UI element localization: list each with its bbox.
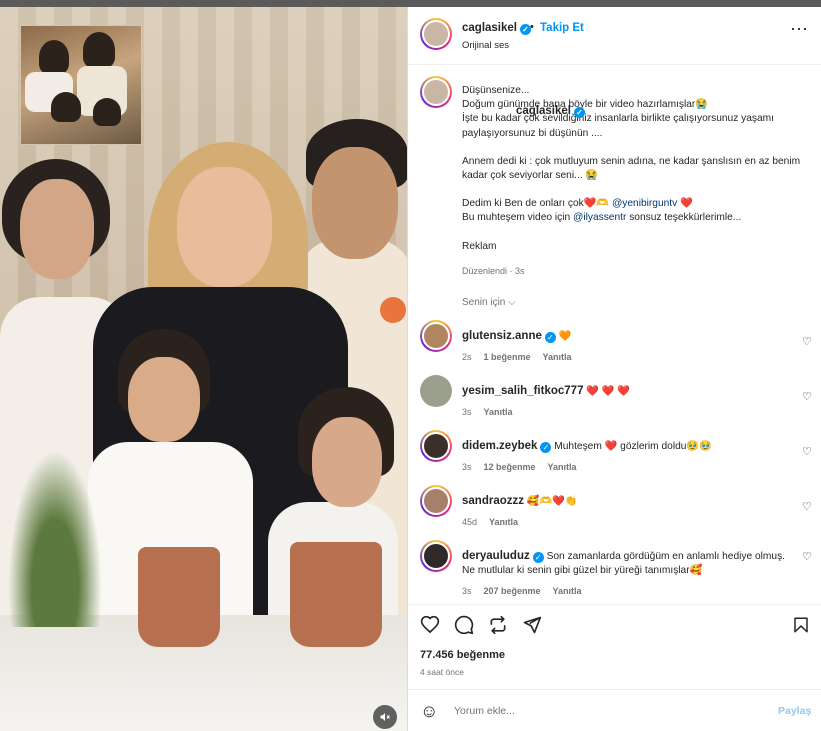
separator-dot: •	[530, 21, 534, 33]
post-details-panel: caglasikel ✓ • Takip Et Orijinal ses ⋯ ca…	[407, 7, 821, 731]
comment-time: 3s	[462, 586, 472, 596]
verified-badge-icon: ✓	[532, 552, 544, 563]
comment-like-heart-icon[interactable]: ♡	[802, 390, 812, 403]
caption-username[interactable]: caglasikel ✓	[516, 104, 585, 118]
comment-text: 🧡	[558, 331, 572, 342]
commenter-avatar[interactable]	[420, 485, 452, 517]
commenter-avatar[interactable]	[420, 540, 452, 572]
emoji-icon[interactable]: ☺	[420, 701, 438, 722]
browser-top-bar	[0, 0, 821, 7]
reply-button[interactable]: Yanıtla	[543, 352, 572, 362]
audio-label[interactable]: Orijinal ses	[462, 40, 509, 51]
caption-line-3: İşte bu kadar çok sevildiğiniz insanlarl…	[462, 113, 774, 139]
commenter-avatar[interactable]	[420, 375, 452, 407]
repost-icon[interactable]	[488, 615, 508, 635]
comment-username[interactable]: yesim_salih_fitkoc777	[462, 385, 583, 397]
caption-line-2: Doğum günümde bana böyle bir video hazır…	[462, 99, 708, 111]
post-caption: caglasikel ✓ Düşünsenize... Doğum günümde…	[408, 65, 821, 290]
plant-left	[0, 427, 110, 627]
comment-text: ❤️ ❤️ ❤️	[586, 386, 631, 397]
caption-ad-label: Reklam	[462, 240, 497, 252]
likes-count[interactable]: 77.456 beğenme	[420, 649, 505, 661]
caption-line-1: Düşünsenize...	[462, 85, 530, 96]
caption-line-5: Annem dedi ki : çok mutluyum senin adına…	[462, 155, 801, 182]
comment-username[interactable]: deryauluduz	[462, 550, 530, 562]
inset-old-family-photo	[20, 25, 142, 145]
verified-badge-icon: ✓	[540, 442, 552, 453]
comment-time: 3s	[462, 462, 472, 472]
verified-badge-icon: ✓	[544, 332, 556, 343]
reply-button[interactable]: Yanıtla	[548, 462, 577, 472]
comment-item: glutensiz.anne ✓ 🧡 2s 1 beğenme Yanıtla ♡	[408, 320, 821, 375]
verified-badge-icon: ✓	[573, 107, 585, 118]
comment-username[interactable]: didem.zeybek	[462, 440, 537, 452]
comment-username[interactable]: sandraozzz	[462, 495, 524, 507]
more-horizontal-icon[interactable]: ⋯	[790, 19, 809, 40]
commenter-avatar[interactable]	[420, 430, 452, 462]
reply-button[interactable]: Yanıtla	[489, 517, 518, 527]
bookmark-icon[interactable]	[792, 615, 810, 635]
mention-yenibirguntv[interactable]: @yenibirguntv	[612, 198, 677, 209]
author-avatar[interactable]	[420, 18, 452, 50]
caption-line-7: Dedim ki Ben de onları çok❤️🫶 @yenibirgu…	[462, 198, 693, 210]
comment-like-heart-icon[interactable]: ♡	[802, 500, 812, 513]
comments-sort-dropdown[interactable]: Senin için ⌵	[462, 297, 516, 308]
comment-like-heart-icon[interactable]: ♡	[802, 445, 812, 458]
orange-flower	[380, 297, 406, 323]
caption-author-avatar[interactable]	[420, 76, 452, 108]
comment-text: 🥰🫶❤️👏	[526, 496, 578, 507]
post-actions-bar: 77.456 beğenme 4 saat önce ☺ Paylaş	[408, 604, 821, 731]
comment-icon[interactable]	[454, 615, 474, 635]
caption-text: caglasikel ✓ Düşünsenize... Doğum günümde…	[462, 84, 814, 254]
caption-line-8: Bu muhteşem video için @ilyassentr sonsu…	[462, 212, 742, 224]
flower-pot-right	[290, 542, 382, 647]
reply-button[interactable]: Yanıtla	[484, 407, 513, 417]
comment-likes[interactable]: 12 beğenme	[484, 462, 536, 472]
comment-likes[interactable]: 1 beğenme	[484, 352, 531, 362]
comment-like-heart-icon[interactable]: ♡	[802, 335, 812, 348]
author-username[interactable]: caglasikel ✓	[462, 22, 531, 35]
caption-meta: Düzenlendi · 3s	[462, 266, 525, 276]
flower-pot-left	[138, 547, 220, 647]
comment-item: deryauluduz ✓ Son zamanlarda gördüğüm en …	[408, 540, 821, 604]
heart-icon[interactable]	[420, 615, 440, 635]
comment-item: yesim_salih_fitkoc777 ❤️ ❤️ ❤️ 3s Yanıtla…	[408, 375, 821, 430]
post-media-image[interactable]	[0, 7, 407, 731]
comment-username[interactable]: glutensiz.anne	[462, 330, 542, 342]
follow-button[interactable]: Takip Et	[540, 22, 584, 34]
comment-time: 45d	[462, 517, 478, 527]
comment-likes[interactable]: 207 beğenme	[484, 586, 541, 596]
post-header: caglasikel ✓ • Takip Et Orijinal ses ⋯	[408, 7, 821, 65]
comment-text: Muhteşem ❤️ gözlerim doldu🥹🥹	[554, 441, 712, 452]
comment-time: 2s	[462, 352, 472, 362]
reply-button[interactable]: Yanıtla	[553, 586, 582, 596]
comment-input[interactable]	[454, 700, 754, 722]
sound-toggle-button[interactable]	[373, 705, 397, 729]
comment-like-heart-icon[interactable]: ♡	[802, 550, 812, 563]
mention-ilyassentr[interactable]: @ilyassentr	[573, 212, 626, 223]
share-icon[interactable]	[522, 615, 542, 635]
post-comment-button[interactable]: Paylaş	[778, 705, 811, 717]
speaker-muted-icon	[380, 713, 390, 721]
comment-time: 3s	[462, 407, 472, 417]
add-comment-bar: ☺ Paylaş	[408, 689, 821, 731]
commenter-avatar[interactable]	[420, 320, 452, 352]
comment-item: sandraozzz 🥰🫶❤️👏 45d Yanıtla ♡	[408, 485, 821, 540]
comment-item: didem.zeybek ✓ Muhteşem ❤️ gözlerim doldu…	[408, 430, 821, 485]
post-timestamp: 4 saat önce	[420, 667, 464, 677]
